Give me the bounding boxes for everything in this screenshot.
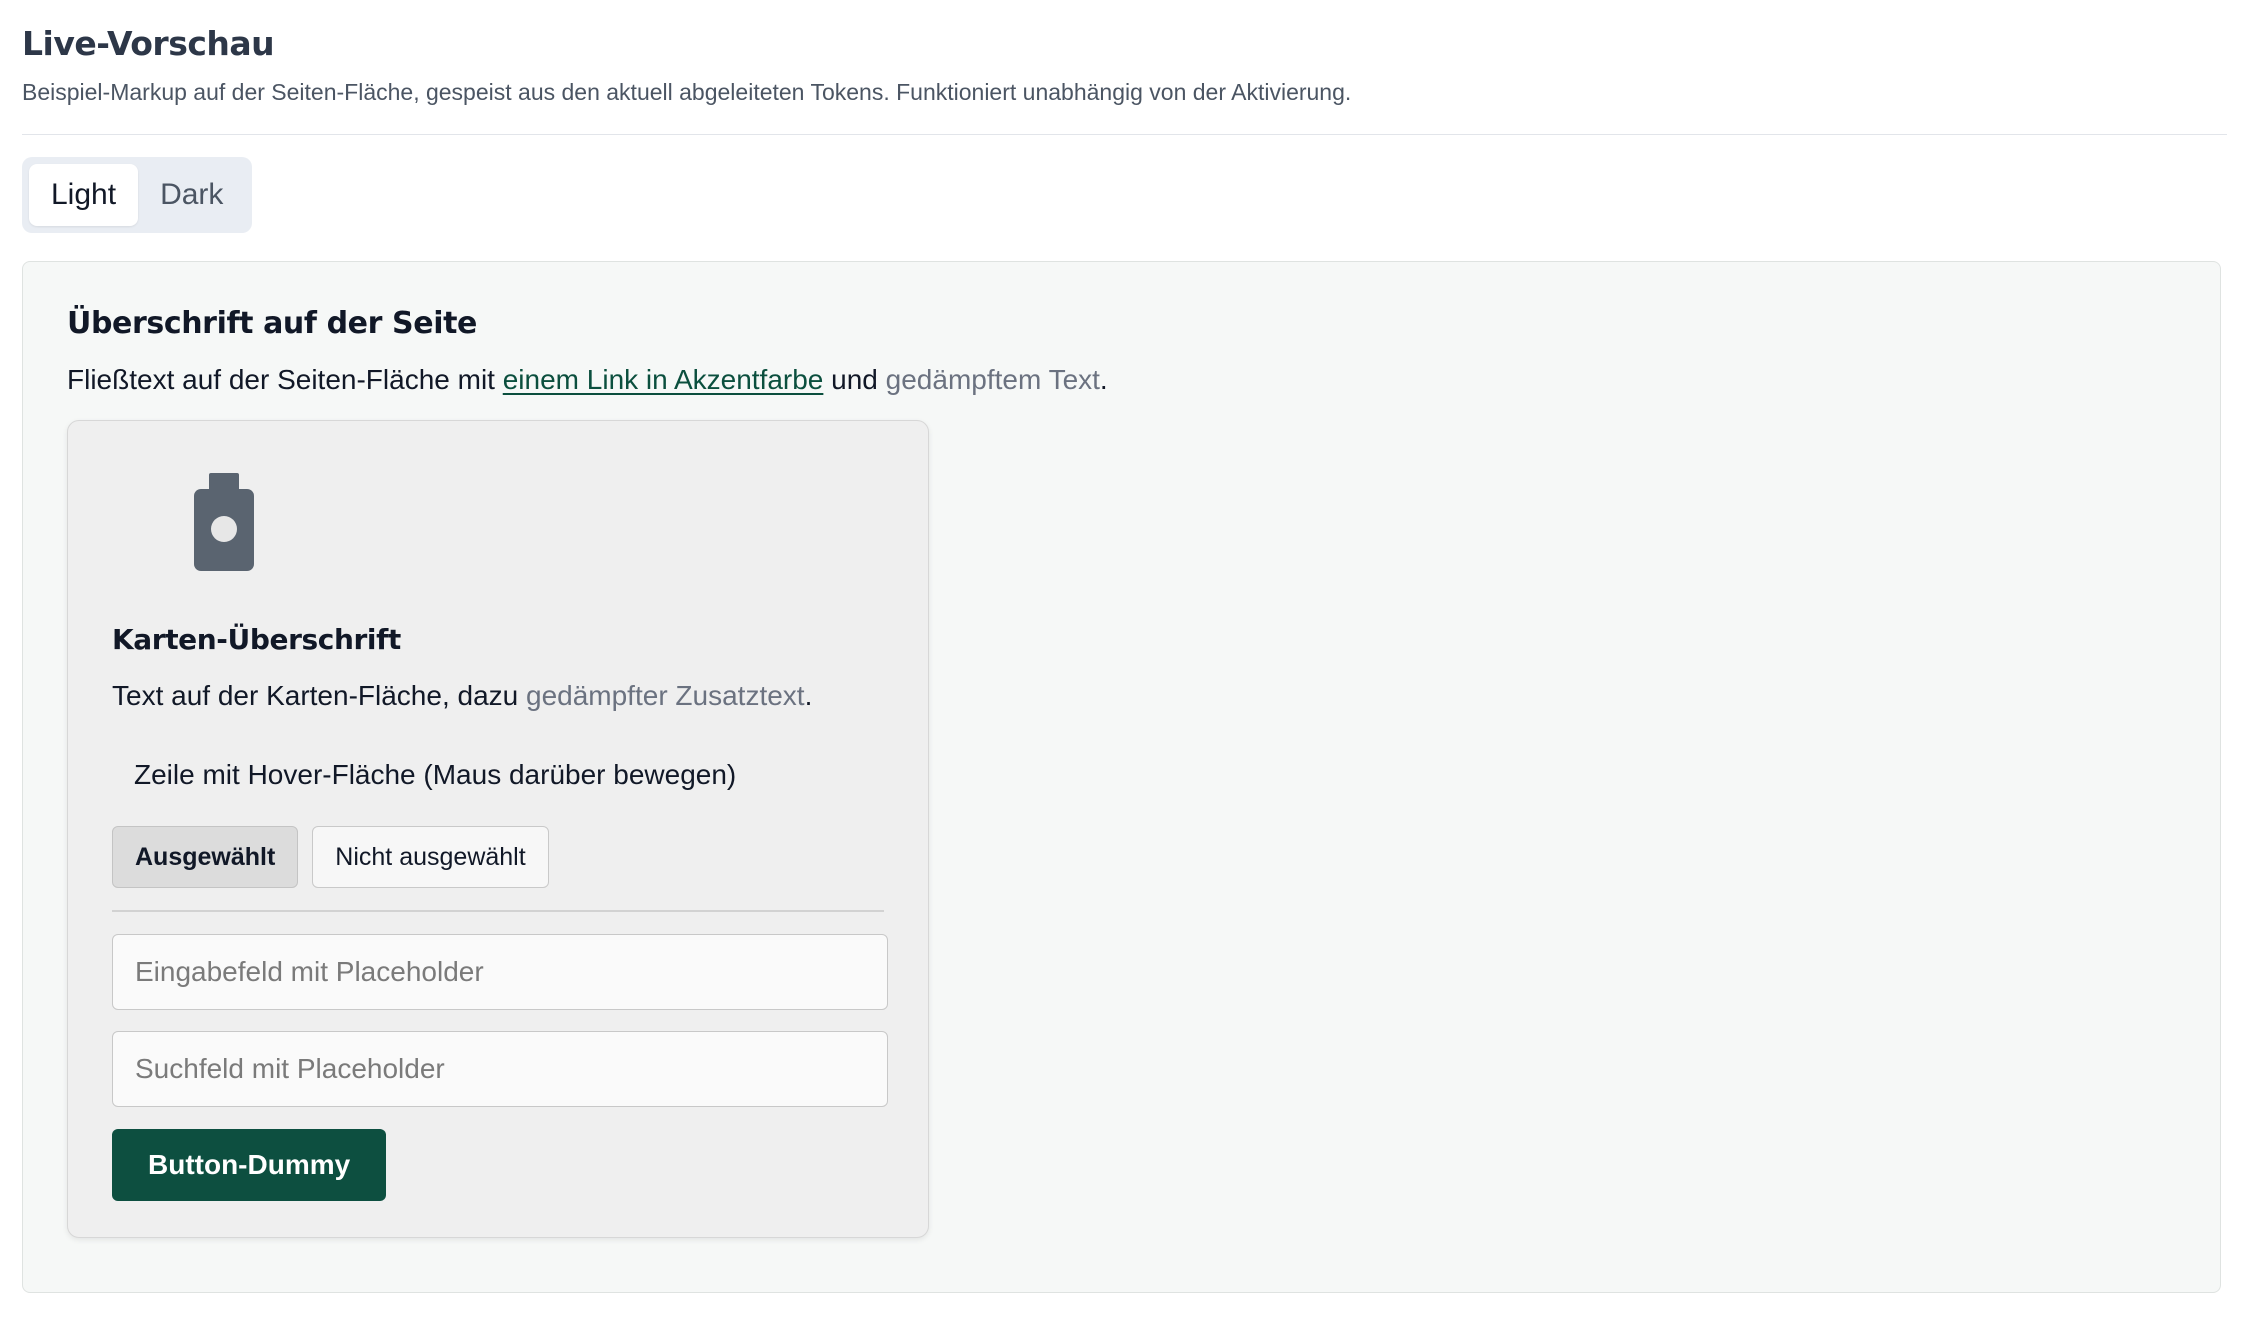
body-text-between: und	[823, 364, 886, 395]
card-divider	[112, 910, 884, 912]
divider	[22, 134, 2227, 135]
page-title: Live-Vorschau	[22, 24, 275, 63]
card-text-end: .	[804, 680, 813, 711]
hover-row[interactable]: Zeile mit Hover-Fläche (Maus darüber bew…	[112, 746, 884, 804]
mode-light-button[interactable]: Light	[29, 164, 139, 226]
surface-body-text: Fließtext auf der Seiten-Fläche mit eine…	[67, 360, 2176, 400]
preview-card: Karten-Überschrift Text auf der Karten-F…	[67, 420, 929, 1238]
card-muted-text: gedämpfter Zusatztext	[526, 680, 805, 711]
surface-heading: Überschrift auf der Seite	[67, 306, 477, 341]
section-description: Beispiel-Markup auf der Seiten-Fläche, g…	[22, 79, 1352, 105]
mode-dark-button[interactable]: Dark	[138, 164, 245, 226]
chip-unselected[interactable]: Nicht ausgewählt	[312, 826, 549, 888]
chip-selected[interactable]: Ausgewählt	[112, 826, 299, 888]
dummy-button[interactable]: Button-Dummy	[112, 1128, 387, 1201]
theme-mode-toggle: Light Dark	[22, 157, 253, 233]
muted-text: gedämpftem Text	[885, 364, 1100, 395]
card-text-lead: Text auf der Karten-Fläche, dazu	[112, 680, 526, 711]
search-input[interactable]	[112, 1030, 888, 1107]
card-heading: Karten-Überschrift	[112, 623, 401, 656]
bottle-icon	[194, 473, 254, 571]
card-text: Text auf der Karten-Fläche, dazu gedämpf…	[112, 676, 884, 716]
selection-chips: Ausgewählt Nicht ausgewählt	[112, 826, 884, 888]
accent-link[interactable]: einem Link in Akzentfarbe	[503, 364, 824, 395]
page-surface-preview: Überschrift auf der Seite Fließtext auf …	[22, 261, 2221, 1293]
body-text-end: .	[1099, 364, 1108, 395]
live-preview-section: Live-Vorschau Beispiel-Markup auf der Se…	[0, 0, 2260, 1293]
text-input-field[interactable]	[112, 933, 888, 1010]
body-text-lead: Fließtext auf der Seiten-Fläche mit	[67, 364, 503, 395]
